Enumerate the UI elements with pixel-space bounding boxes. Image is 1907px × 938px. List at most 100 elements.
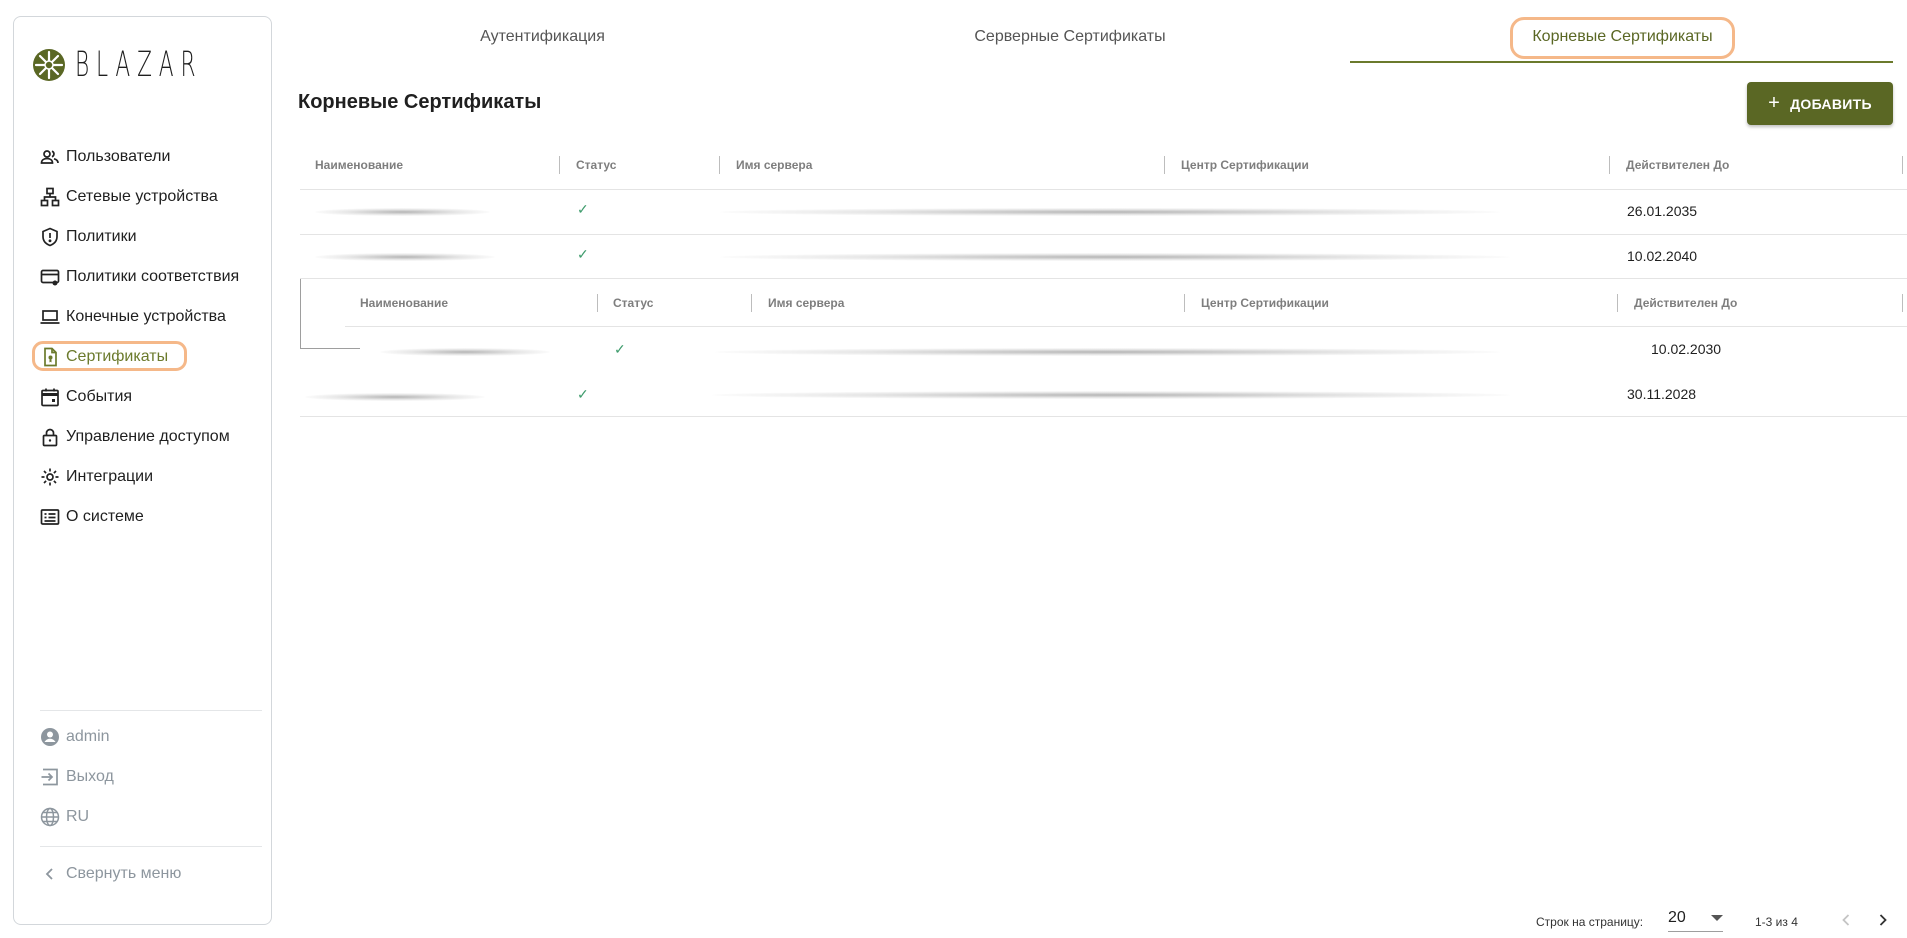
- account-icon: [40, 727, 60, 747]
- sidebar-item-compliance-policies[interactable]: Политики соответствия: [40, 257, 270, 297]
- column-separator[interactable]: [751, 294, 752, 312]
- nested-column-header-valid-to[interactable]: Действителен До: [1634, 296, 1737, 310]
- lock-icon: [40, 427, 60, 447]
- sidebar-item-label: Пользователи: [66, 148, 171, 165]
- nested-column-header-status[interactable]: Статус: [613, 296, 653, 310]
- collapse-label: Свернуть меню: [66, 865, 182, 882]
- column-separator[interactable]: [559, 156, 560, 174]
- valid-to-cell: 30.11.2028: [1627, 386, 1697, 402]
- column-separator[interactable]: [597, 294, 598, 312]
- row-divider: [300, 278, 1907, 279]
- status-check-icon: ✓: [577, 386, 589, 402]
- tab-server-certificates[interactable]: Серверные Сертификаты: [940, 28, 1200, 46]
- logo-icon: [33, 49, 65, 81]
- column-separator[interactable]: [1164, 156, 1165, 174]
- column-separator[interactable]: [1902, 294, 1903, 312]
- network-icon: [40, 187, 60, 207]
- column-header-valid-to[interactable]: Действителен До: [1626, 158, 1729, 172]
- user-name: admin: [66, 728, 110, 745]
- column-separator[interactable]: [1184, 294, 1185, 312]
- info-icon: [40, 507, 60, 527]
- sidebar-item-events[interactable]: События: [40, 377, 270, 417]
- tab-indicator: [1350, 61, 1893, 63]
- column-separator[interactable]: [719, 156, 720, 174]
- sidebar-item-access-control[interactable]: Управление доступом: [40, 417, 270, 457]
- user-menu[interactable]: admin: [40, 717, 270, 757]
- collapse-menu[interactable]: Свернуть меню: [40, 854, 270, 894]
- redacted-server-ca: [720, 208, 1500, 216]
- valid-to-cell: 26.01.2035: [1627, 203, 1698, 219]
- sidebar-divider: [40, 846, 262, 847]
- sidebar-item-label: События: [66, 388, 133, 405]
- column-separator[interactable]: [1609, 156, 1610, 174]
- chevron-left-icon: [1842, 914, 1850, 926]
- sidebar-item-integrations[interactable]: Интеграции: [40, 457, 270, 497]
- globe-icon: [40, 807, 60, 827]
- column-header-server-name[interactable]: Имя сервера: [736, 158, 812, 172]
- language-selector[interactable]: RU: [40, 797, 270, 837]
- certificate-icon: [40, 347, 60, 367]
- valid-to-cell: 10.02.2040: [1627, 248, 1698, 264]
- sidebar-item-label: Интеграции: [66, 468, 154, 485]
- column-header-ca[interactable]: Центр Сертификации: [1181, 158, 1309, 172]
- add-button[interactable]: + ДОБАВИТЬ: [1747, 82, 1893, 125]
- rows-per-page-select[interactable]: 20: [1668, 905, 1723, 932]
- column-separator[interactable]: [1902, 156, 1903, 174]
- rows-per-page-value: 20: [1668, 909, 1686, 926]
- column-header-status[interactable]: Статус: [576, 158, 616, 172]
- status-check-icon: ✓: [577, 201, 589, 217]
- sidebar-item-label: Политики соответствия: [66, 268, 240, 285]
- sidebar-item-policies[interactable]: Политики: [40, 217, 270, 257]
- chevron-right-icon: [1879, 914, 1887, 926]
- redacted-name: [315, 208, 490, 216]
- logo[interactable]: BLAZAR: [31, 45, 280, 85]
- add-label: ДОБАВИТЬ: [1790, 95, 1872, 112]
- plus-icon: +: [1768, 92, 1781, 114]
- sidebar-bottom: admin Выход RU: [40, 717, 270, 837]
- sidebar-item-certificates[interactable]: Сертификаты: [32, 337, 270, 377]
- status-check-icon: ✓: [577, 246, 589, 262]
- calendar-icon: [40, 387, 60, 407]
- column-header-name[interactable]: Наименование: [315, 158, 403, 172]
- gear-icon: [40, 467, 60, 487]
- sidebar-item-network-devices[interactable]: Сетевые устройства: [40, 177, 270, 217]
- logout-icon: [40, 767, 60, 787]
- sidebar-item-label: Управление доступом: [66, 428, 230, 445]
- column-separator[interactable]: [1617, 294, 1618, 312]
- caret-down-icon: [1711, 915, 1723, 921]
- sidebar: BLAZAR Пользователи Сетевые устройства П…: [13, 16, 272, 925]
- nested-column-header-name[interactable]: Наименование: [360, 296, 448, 310]
- logout-button[interactable]: Выход: [40, 757, 270, 797]
- logout-label: Выход: [66, 768, 114, 785]
- card-icon: [40, 267, 60, 287]
- next-page-button[interactable]: [1873, 910, 1893, 935]
- tab-authentication[interactable]: Аутентификация: [440, 28, 645, 46]
- row-divider: [300, 416, 1907, 417]
- status-check-icon: ✓: [614, 341, 626, 357]
- valid-to-cell: 10.02.2030: [1651, 341, 1722, 357]
- sidebar-item-about[interactable]: О системе: [40, 497, 270, 537]
- redacted-name: [380, 348, 550, 356]
- sidebar-item-users[interactable]: Пользователи: [40, 137, 270, 177]
- nested-column-header-ca[interactable]: Центр Сертификации: [1201, 296, 1329, 310]
- sidebar-item-label: Сетевые устройства: [66, 188, 218, 205]
- previous-page-button[interactable]: [1836, 910, 1856, 935]
- nested-column-header-server-name[interactable]: Имя сервера: [768, 296, 844, 310]
- tab-root-certificates[interactable]: Корневые Сертификаты: [1515, 28, 1730, 46]
- shield-icon: [40, 227, 60, 247]
- redacted-server-ca: [712, 391, 1510, 399]
- sidebar-item-endpoints[interactable]: Конечные устройства: [40, 297, 270, 337]
- chevron-left-icon: [40, 864, 60, 884]
- sidebar-nav: Пользователи Сетевые устройства Политики…: [32, 137, 270, 537]
- language-label: RU: [66, 808, 90, 825]
- sidebar-item-label: Конечные устройства: [66, 308, 226, 325]
- logo-text: BLAZAR: [75, 45, 203, 85]
- page-title: Корневые Сертификаты: [298, 91, 542, 113]
- users-icon: [40, 147, 60, 167]
- redacted-server-ca: [720, 253, 1510, 261]
- pagination-range: 1-3 из 4: [1755, 915, 1798, 929]
- rows-per-page-label: Строк на страницу:: [1536, 915, 1644, 929]
- sidebar-item-label: Политики: [66, 228, 137, 245]
- sidebar-item-label: Сертификаты: [66, 348, 169, 365]
- laptop-icon: [40, 307, 60, 327]
